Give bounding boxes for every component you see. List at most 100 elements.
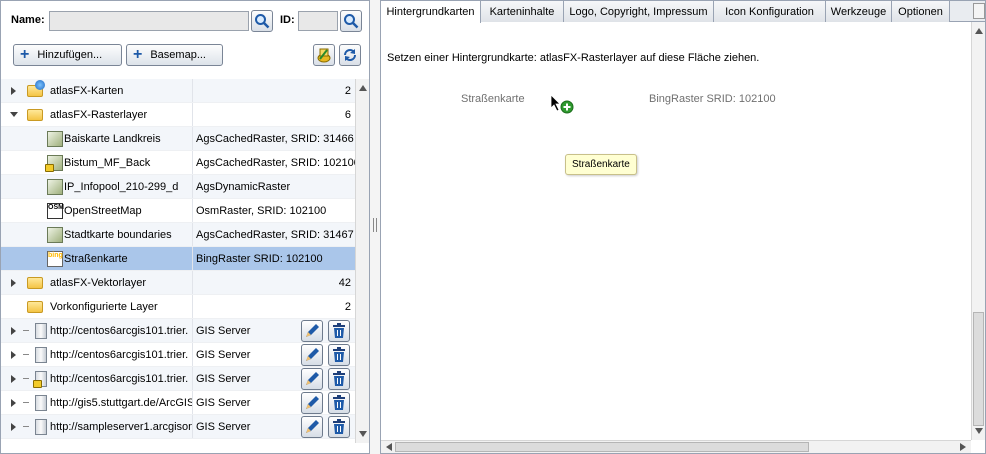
tree-cell-info: 42 — [194, 271, 355, 294]
collapse-arrow-icon[interactable] — [10, 112, 18, 117]
scroll-down-arrow[interactable] — [359, 431, 367, 437]
tree-row[interactable]: atlasFX-Karten 2 — [1, 79, 355, 103]
server-icon — [35, 419, 47, 435]
layer-type-text: OsmRaster, SRID: 102100 — [196, 205, 327, 217]
tree-row[interactable]: Baiskarte Landkreis AgsCachedRaster, SRID… — [1, 127, 355, 151]
tree-cell-name: atlasFX-Rasterlayer — [1, 103, 193, 126]
layer-type-text: AgsDynamicRaster — [196, 181, 291, 193]
expand-arrow-icon[interactable] — [11, 279, 16, 287]
expand-arrow-icon[interactable] — [11, 423, 16, 431]
layer-type-text: AgsCachedRaster, SRID: 102100 — [196, 157, 355, 169]
edit-button[interactable] — [301, 344, 323, 366]
tab-karteninhalte[interactable]: Karteninhalte — [481, 1, 564, 22]
edit-button[interactable] — [301, 320, 323, 342]
clear-button[interactable] — [313, 44, 335, 66]
tree-row-label: http://centos6arcgis101.trier. — [50, 325, 189, 337]
tree-cell-name: Vorkonfigurierte Layer — [1, 295, 193, 318]
tab-hintergrundkarten[interactable]: Hintergrundkarten — [381, 1, 481, 23]
tree-row[interactable]: bing Straßenkarte BingRaster SRID: 102100 — [1, 247, 355, 271]
item-count: 2 — [344, 85, 351, 97]
dropped-layer-name: Straßenkarte — [461, 93, 525, 105]
id-input[interactable] — [298, 11, 338, 31]
background-map-dropzone[interactable]: Setzen einer Hintergrundkarte: atlasFX-R… — [381, 22, 971, 440]
tab-optionen[interactable]: Optionen — [892, 1, 950, 22]
tree-cell-info: AgsCachedRaster, SRID: 31467 — [194, 223, 355, 246]
bing-icon: bing — [47, 251, 63, 267]
content-horizontal-scrollbar[interactable] — [381, 440, 971, 453]
tree-row[interactable]: http://centos6arcgis101.trier. GIS Server — [1, 343, 355, 367]
name-search-button[interactable] — [251, 10, 273, 32]
scroll-up-arrow[interactable] — [359, 85, 367, 91]
scroll-left-arrow[interactable] — [386, 443, 392, 451]
tree-row-label: http://centos6arcgis101.trier. — [50, 373, 189, 385]
delete-button[interactable] — [328, 416, 350, 438]
tree-row[interactable]: OSM OpenStreetMap OsmRaster, SRID: 102100 — [1, 199, 355, 223]
tree-connector — [23, 402, 29, 403]
tree-cell-info: OsmRaster, SRID: 102100 — [194, 199, 355, 222]
tree-row[interactable]: atlasFX-Vektorlayer 42 — [1, 271, 355, 295]
add-button[interactable]: + Hinzufügen... — [13, 44, 122, 66]
tree-row[interactable]: http://gis5.stuttgart.de/ArcGIS GIS Serve… — [1, 391, 355, 415]
layer-type-text: GIS Server — [196, 325, 251, 337]
delete-button[interactable] — [328, 344, 350, 366]
item-count: 6 — [344, 109, 351, 121]
scroll-right-arrow[interactable] — [960, 443, 966, 451]
expand-arrow-icon[interactable] — [11, 327, 16, 335]
tree-row[interactable]: IP_Infopool_210-299_d AgsDynamicRaster — [1, 175, 355, 199]
tree-connector — [23, 354, 29, 355]
drag-cursor-icon — [550, 94, 574, 114]
tree-row-label: Baiskarte Landkreis — [64, 133, 161, 145]
refresh-icon — [344, 49, 356, 61]
tab-logo[interactable]: Logo, Copyright, Impressum — [564, 1, 714, 22]
tree-scrollbar[interactable] — [355, 79, 369, 443]
trash-icon — [333, 371, 345, 386]
tree-connector — [23, 378, 29, 379]
item-count: 2 — [344, 301, 351, 313]
delete-button[interactable] — [328, 320, 350, 342]
scroll-down-arrow[interactable] — [975, 428, 983, 434]
folder-icon — [27, 277, 43, 289]
delete-button[interactable] — [328, 392, 350, 414]
tree-row[interactable]: http://centos6arcgis101.trier. GIS Server — [1, 319, 355, 343]
delete-button[interactable] — [328, 368, 350, 390]
tree-row[interactable]: atlasFX-Rasterlayer 6 — [1, 103, 355, 127]
scroll-up-arrow[interactable] — [975, 28, 983, 34]
tab-icon[interactable]: Icon Konfiguration — [714, 1, 826, 22]
content-vertical-scrollbar[interactable] — [971, 22, 985, 440]
expand-arrow-icon[interactable] — [11, 87, 16, 95]
lock-icon — [33, 380, 42, 388]
tree-row-label: Vorkonfigurierte Layer — [50, 301, 158, 313]
tree-cell-name: http://centos6arcgis101.trier. — [1, 343, 193, 366]
id-search-button[interactable] — [340, 10, 362, 32]
scroll-thumb[interactable] — [395, 442, 809, 452]
refresh-button[interactable] — [339, 44, 361, 66]
trash-icon — [333, 347, 345, 362]
scroll-thumb[interactable] — [973, 312, 984, 426]
tree-cell-name: Bistum_MF_Back — [1, 151, 193, 174]
name-input[interactable] — [49, 11, 249, 31]
basemap-button-label: Basemap... — [150, 49, 206, 61]
tab-menu-button[interactable] — [973, 3, 985, 19]
server-icon — [33, 371, 47, 388]
tree-row[interactable]: http://centos6arcgis101.trier. GIS Server — [1, 367, 355, 391]
pencil-icon — [306, 348, 319, 361]
plus-icon: + — [20, 46, 30, 63]
tree-row[interactable]: http://sampleserver1.arcgisonl GIS Server — [1, 415, 355, 439]
panel-splitter[interactable] — [370, 0, 380, 454]
tree-row[interactable]: Vorkonfigurierte Layer 2 — [1, 295, 355, 319]
expand-arrow-icon[interactable] — [11, 399, 16, 407]
tab-werkzeuge[interactable]: Werkzeuge — [826, 1, 892, 22]
expand-arrow-icon[interactable] — [11, 375, 16, 383]
folder-icon — [27, 109, 43, 121]
folder-icon — [27, 301, 43, 313]
tree-row[interactable]: Bistum_MF_Back AgsCachedRaster, SRID: 102… — [1, 151, 355, 175]
basemap-button[interactable]: + Basemap... — [126, 44, 223, 66]
edit-button[interactable] — [301, 416, 323, 438]
drag-tooltip: Straßenkarte — [565, 154, 637, 175]
trash-icon — [333, 323, 345, 338]
expand-arrow-icon[interactable] — [11, 351, 16, 359]
edit-button[interactable] — [301, 368, 323, 390]
tree-row[interactable]: Stadtkarte boundaries AgsCachedRaster, SR… — [1, 223, 355, 247]
edit-button[interactable] — [301, 392, 323, 414]
name-label: Name: — [11, 14, 45, 26]
